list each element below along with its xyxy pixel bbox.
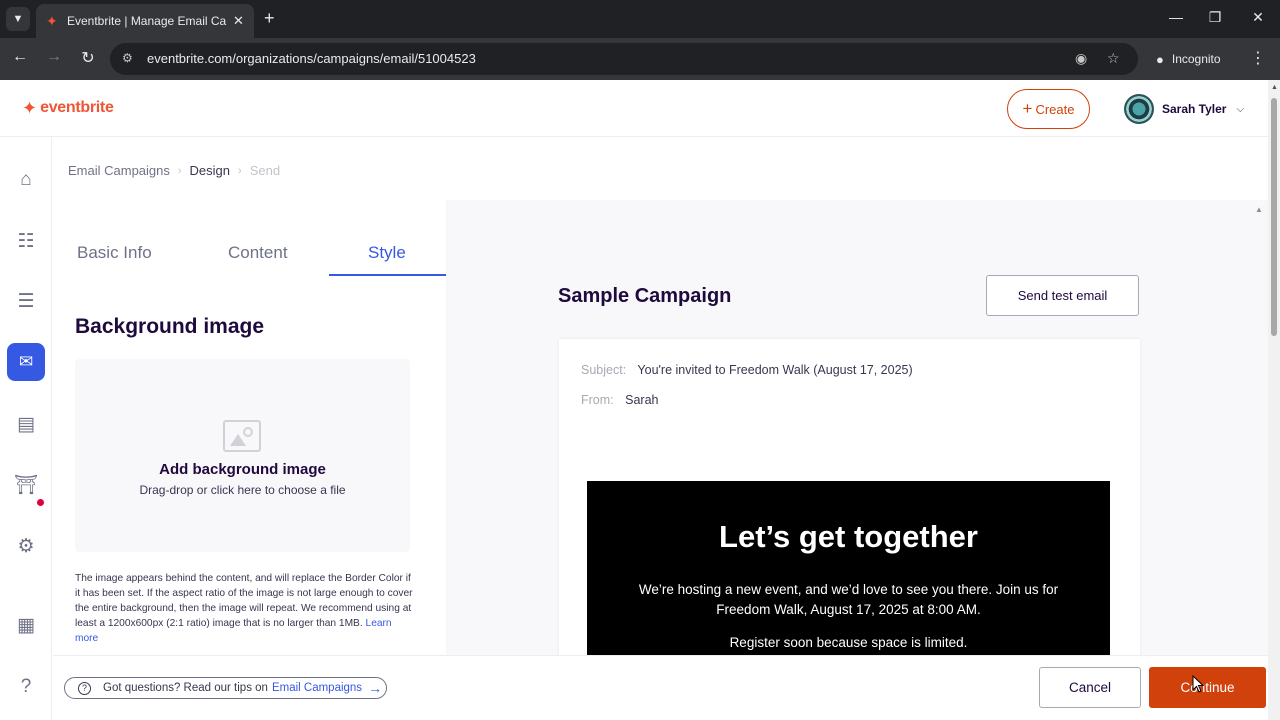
eventbrite-logo-icon: ✦: [22, 98, 38, 118]
user-menu[interactable]: Sarah Tyler ⌵: [1124, 94, 1244, 124]
subject-value: You're invited to Freedom Walk (August 1…: [637, 363, 913, 377]
dropzone-subtitle: Drag-drop or click here to choose a file: [139, 483, 346, 497]
marketing-megaphone-icon[interactable]: ✉: [7, 343, 45, 381]
hero-text: We’re hosting a new event, and we’d love…: [638, 582, 1059, 617]
footer-bar: ? Got questions? Read our tips on Email …: [53, 655, 1268, 720]
address-bar[interactable]: ⚙ eventbrite.com/organizations/campaigns…: [110, 43, 1138, 75]
notification-dot: [37, 499, 44, 506]
image-placeholder-icon: [223, 420, 261, 452]
mouse-cursor-icon: [1192, 675, 1204, 693]
breadcrumb-send: Send: [249, 163, 281, 178]
email-preview: Subject: You're invited to Freedom Walk …: [559, 339, 1140, 655]
calendar-icon[interactable]: ☷: [13, 228, 39, 254]
eventbrite-logo[interactable]: ✦ eventbrite: [22, 99, 114, 117]
create-label: Create: [1035, 101, 1075, 117]
scrollbar-thumb[interactable]: [1271, 98, 1277, 336]
new-tab-button[interactable]: +: [264, 8, 275, 29]
arrow-right-icon: →: [368, 680, 383, 696]
subject-row: Subject: You're invited to Freedom Walk …: [581, 363, 913, 377]
hero-title: Let’s get together: [719, 519, 978, 554]
breadcrumb-chevron-icon: ›: [177, 164, 182, 177]
incognito-icon: ●: [1156, 51, 1164, 67]
chevron-down-icon: ⌵: [1236, 103, 1245, 115]
back-button[interactable]: ←: [9, 48, 31, 66]
panel-tabs: Basic Info Content Style: [53, 205, 446, 277]
tips-text: Got questions? Read our tips on: [103, 682, 268, 694]
eventbrite-favicon-icon: ✦: [46, 13, 58, 29]
tab-basic-info[interactable]: Basic Info: [77, 243, 152, 263]
breadcrumb-chevron-icon: ›: [238, 164, 242, 177]
tab-title: Eventbrite | Manage Email Campaigns: [67, 14, 227, 28]
tab-search-button[interactable]: ▼: [6, 7, 30, 31]
from-value: Sarah: [625, 393, 659, 407]
tab-content[interactable]: Content: [228, 243, 288, 263]
subject-label: Subject:: [581, 363, 627, 377]
finance-bank-icon[interactable]: ⛩: [13, 472, 39, 498]
logo-text: eventbrite: [40, 99, 114, 116]
orders-list-icon[interactable]: ☰: [13, 288, 39, 314]
home-icon[interactable]: ⌂: [13, 167, 39, 193]
background-image-dropzone[interactable]: Add background image Drag-drop or click …: [75, 359, 410, 552]
sidebar: ⌂ ☷ ☰ ✉ ▤ ⛩ ⚙ ▦ ?: [0, 137, 52, 720]
site-info-icon[interactable]: ⚙: [122, 51, 133, 65]
page: ✦ eventbrite + Create Sarah Tyler ⌵ ⌂ ☷ …: [0, 80, 1268, 720]
settings-gear-icon[interactable]: ⚙: [13, 533, 39, 559]
from-label: From:: [581, 393, 614, 407]
tab-close-icon[interactable]: ✕: [233, 13, 244, 29]
active-tab-indicator: [329, 274, 446, 276]
tab-style[interactable]: Style: [368, 243, 406, 263]
top-nav: ✦ eventbrite + Create Sarah Tyler ⌵: [0, 80, 1268, 137]
breadcrumb-email-campaigns[interactable]: Email Campaigns: [68, 163, 170, 178]
forward-button[interactable]: →: [43, 48, 65, 66]
section-title: Background image: [75, 315, 265, 338]
avatar: [1124, 94, 1154, 124]
tips-banner[interactable]: ? Got questions? Read our tips on Email …: [64, 677, 387, 699]
incognito-label: Incognito: [1171, 52, 1221, 66]
breadcrumb-design: Design: [189, 163, 231, 178]
page-scrollbar[interactable]: ▲: [1268, 80, 1280, 720]
create-button[interactable]: + Create: [1007, 89, 1090, 129]
breadcrumb: Email Campaigns › Design › Send: [68, 163, 280, 178]
email-hero: Let’s get together We’re hosting a new e…: [587, 481, 1110, 655]
incognito-indicator[interactable]: ● Incognito: [1146, 43, 1242, 75]
restore-button[interactable]: ❐: [1205, 9, 1225, 26]
plus-icon: +: [1022, 99, 1033, 118]
preview-scroll-up-icon[interactable]: ▲: [1255, 205, 1263, 214]
continue-button[interactable]: Continue: [1149, 667, 1266, 708]
help-text: The image appears behind the content, an…: [75, 571, 415, 646]
tips-link[interactable]: Email Campaigns: [272, 682, 362, 694]
bookmark-star-icon[interactable]: ☆: [1107, 50, 1120, 67]
apps-grid-icon[interactable]: ▦: [13, 612, 39, 638]
browser-menu-icon[interactable]: ⋮: [1250, 48, 1266, 68]
campaign-title: Sample Campaign: [558, 285, 732, 307]
cancel-button[interactable]: Cancel: [1039, 667, 1141, 708]
url-text[interactable]: eventbrite.com/organizations/campaigns/e…: [147, 51, 476, 66]
help-text-body: The image appears behind the content, an…: [75, 573, 413, 629]
browser-tabbar: ▼ ✦ Eventbrite | Manage Email Campaigns …: [0, 0, 1280, 38]
hero-text-secondary: Register soon because space is limited.: [729, 635, 968, 650]
style-panel: Basic Info Content Style Background imag…: [53, 205, 446, 655]
reports-bar-chart-icon[interactable]: ▤: [13, 411, 39, 437]
from-row: From: Sarah: [581, 393, 658, 407]
dropzone-title: Add background image: [159, 461, 326, 478]
scroll-up-arrow-icon[interactable]: ▲: [1271, 84, 1278, 91]
eye-off-icon[interactable]: ◉: [1075, 50, 1087, 67]
browser-toolbar: ← → ↻ ⚙ eventbrite.com/organizations/cam…: [0, 38, 1280, 80]
question-circle-icon: ?: [78, 681, 91, 695]
minimize-button[interactable]: —: [1166, 9, 1186, 25]
browser-tab[interactable]: ✦ Eventbrite | Manage Email Campaigns ✕: [36, 4, 254, 38]
send-test-email-button[interactable]: Send test email: [986, 275, 1139, 316]
user-name: Sarah Tyler: [1162, 102, 1227, 116]
help-icon[interactable]: ?: [13, 674, 39, 700]
close-window-button[interactable]: ✕: [1248, 9, 1268, 26]
reload-button[interactable]: ↻: [77, 48, 99, 68]
